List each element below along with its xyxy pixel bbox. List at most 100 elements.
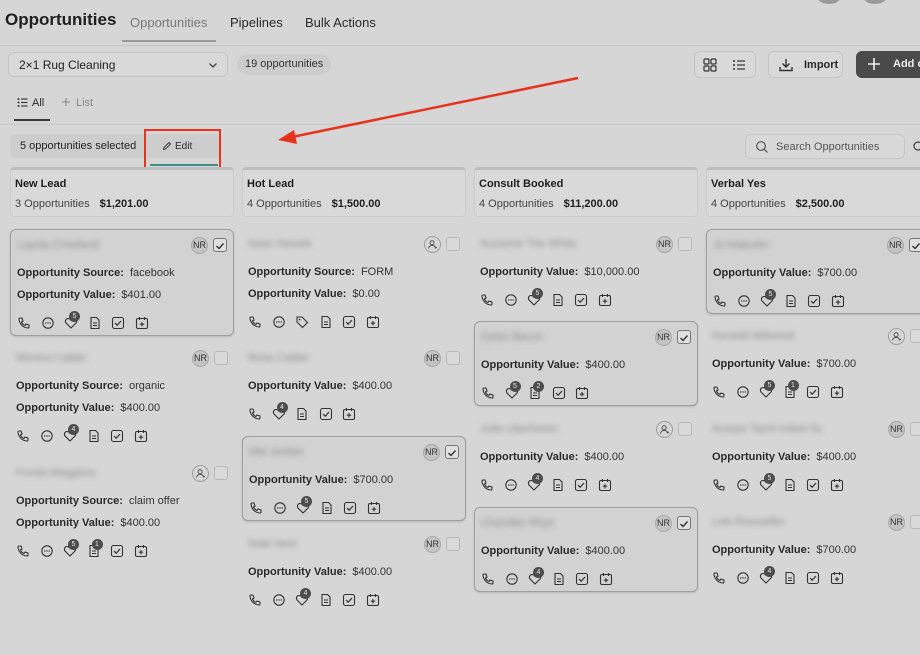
calendar-icon[interactable] — [342, 407, 356, 421]
opportunity-card[interactable]: Suzanne The White NR Opportunity Value: $10… — [474, 229, 698, 314]
opportunity-card[interactable]: Loki Rosswiller NR Opportunity Value: $700.… — [706, 507, 920, 592]
phone-icon[interactable] — [16, 429, 30, 443]
chat-icon[interactable] — [505, 572, 519, 586]
card-select-checkbox[interactable] — [910, 422, 920, 436]
opportunity-card[interactable]: Chandler Rhys NR Opportunity Value: $400.00… — [474, 507, 698, 592]
calendar-icon[interactable] — [366, 315, 380, 329]
phone-icon[interactable] — [712, 571, 726, 585]
assign-user-icon[interactable] — [424, 236, 441, 253]
contact-name[interactable]: Fonda Maggiore — [16, 467, 126, 479]
chat-icon[interactable] — [40, 429, 54, 443]
owner-avatar[interactable]: NR — [888, 514, 905, 531]
tab-bulk-actions[interactable]: Bulk Actions — [305, 15, 376, 30]
calendar-icon[interactable] — [366, 593, 380, 607]
document-icon[interactable] — [87, 429, 101, 443]
checkbox-icon[interactable] — [806, 478, 820, 492]
document-icon[interactable] — [88, 316, 102, 330]
card-select-checkbox[interactable] — [445, 445, 459, 459]
checkbox-icon[interactable] — [574, 293, 588, 307]
opportunity-card[interactable]: Layola Crowland NR Opportunity Source: face… — [10, 229, 234, 336]
contact-name[interactable]: Sean Hewett — [248, 238, 358, 250]
chat-icon[interactable] — [736, 385, 750, 399]
pipeline-select[interactable]: 2×1 Rug Cleaning — [8, 52, 228, 77]
search-input[interactable]: Search Opportunities — [745, 134, 905, 159]
document-icon[interactable] — [320, 501, 334, 515]
calendar-icon[interactable] — [134, 429, 148, 443]
opportunity-card[interactable]: Jo Malcolm NR Opportunity Value: $700.00 5 — [706, 229, 920, 314]
phone-icon[interactable] — [480, 293, 494, 307]
opportunity-card[interactable]: Sean Hewett Opportunity Source: FORM Opport… — [242, 229, 466, 336]
phone-icon[interactable] — [481, 386, 495, 400]
contact-name[interactable]: Mel Jordan — [249, 446, 359, 458]
calendar-icon[interactable] — [135, 316, 149, 330]
chat-icon[interactable] — [504, 293, 518, 307]
chat-icon[interactable] — [736, 478, 750, 492]
opportunity-card[interactable]: Rosa Calder NR Opportunity Value: $400.00 4 — [242, 343, 466, 428]
card-select-checkbox[interactable] — [678, 422, 692, 436]
assign-user-icon[interactable] — [888, 328, 905, 345]
calendar-icon[interactable] — [830, 478, 844, 492]
assign-user-icon[interactable] — [192, 465, 209, 482]
document-icon[interactable] — [319, 593, 333, 607]
add-opportunity-button[interactable]: Add o — [856, 51, 920, 78]
owner-avatar[interactable]: NR — [655, 515, 672, 532]
owner-avatar[interactable]: NR — [424, 536, 441, 553]
chat-icon[interactable] — [40, 544, 54, 558]
card-select-checkbox[interactable] — [910, 515, 920, 529]
document-icon[interactable] — [551, 478, 565, 492]
checkbox-icon[interactable] — [807, 294, 821, 308]
card-select-checkbox[interactable] — [909, 238, 920, 252]
owner-avatar[interactable]: NR — [424, 350, 441, 367]
checkbox-icon[interactable] — [806, 385, 820, 399]
chat-icon[interactable] — [272, 593, 286, 607]
contact-name[interactable]: Rosa Calder — [248, 352, 358, 364]
contact-name[interactable]: Loki Rosswiller — [712, 516, 822, 528]
document-icon[interactable] — [783, 478, 797, 492]
card-select-checkbox[interactable] — [446, 237, 460, 251]
checkbox-icon[interactable] — [110, 429, 124, 443]
opportunity-card[interactable]: Fonda Maggiore Opportunity Source: claim o… — [10, 458, 234, 565]
owner-avatar[interactable]: NR — [655, 329, 672, 346]
calendar-icon[interactable] — [598, 478, 612, 492]
tag-icon[interactable] — [295, 315, 309, 329]
opportunity-card[interactable]: Nate Nest NR Opportunity Value: $400.00 4 — [242, 529, 466, 614]
card-select-checkbox[interactable] — [677, 330, 691, 344]
phone-icon[interactable] — [480, 478, 494, 492]
import-button[interactable]: Import — [768, 51, 843, 78]
owner-avatar[interactable]: NR — [423, 444, 440, 461]
opportunity-card[interactable]: Dylan Bacco NR Opportunity Value: $400.00 5 2 — [474, 321, 698, 406]
owner-avatar[interactable]: NR — [192, 350, 209, 367]
checkbox-icon[interactable] — [342, 593, 356, 607]
document-icon[interactable] — [783, 571, 797, 585]
tab-pipelines[interactable]: Pipelines — [230, 15, 283, 30]
phone-icon[interactable] — [481, 572, 495, 586]
contact-name[interactable]: Kendall Millwood — [712, 330, 822, 342]
phone-icon[interactable] — [249, 501, 263, 515]
owner-avatar[interactable]: NR — [191, 237, 208, 254]
phone-icon[interactable] — [712, 478, 726, 492]
phone-icon[interactable] — [248, 315, 262, 329]
document-icon[interactable] — [295, 407, 309, 421]
phone-icon[interactable] — [712, 385, 726, 399]
card-select-checkbox[interactable] — [910, 329, 920, 343]
phone-icon[interactable] — [16, 544, 30, 558]
chat-icon[interactable] — [273, 501, 287, 515]
contact-name[interactable]: Monica Calder — [16, 352, 126, 364]
calendar-icon[interactable] — [134, 544, 148, 558]
list-view-icon[interactable] — [732, 58, 746, 72]
contact-name[interactable]: Nate Nest — [248, 538, 358, 550]
checkbox-icon[interactable] — [343, 501, 357, 515]
calendar-icon[interactable] — [599, 572, 613, 586]
calendar-icon[interactable] — [830, 571, 844, 585]
phone-icon[interactable] — [248, 407, 262, 421]
checkbox-icon[interactable] — [574, 478, 588, 492]
contact-name[interactable]: Suzanne The White — [480, 238, 590, 250]
assign-user-icon[interactable] — [656, 421, 673, 438]
checkbox-icon[interactable] — [552, 386, 566, 400]
owner-avatar[interactable]: NR — [656, 236, 673, 253]
document-icon[interactable] — [552, 572, 566, 586]
chat-icon[interactable] — [736, 571, 750, 585]
calendar-icon[interactable] — [598, 293, 612, 307]
contact-name[interactable]: Julia Liberhoren — [480, 423, 590, 435]
checkbox-icon[interactable] — [575, 572, 589, 586]
